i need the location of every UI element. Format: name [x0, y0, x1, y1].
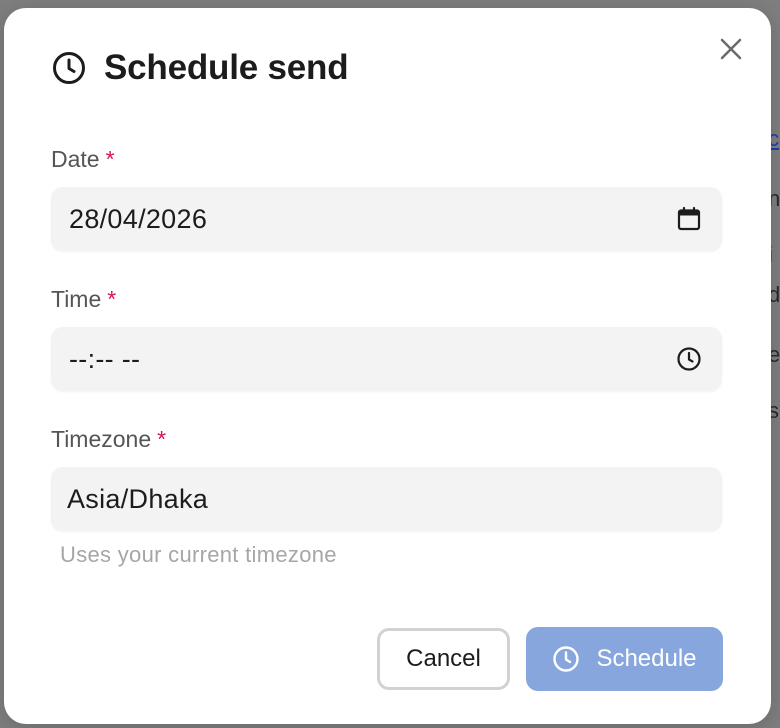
dialog-header: Schedule send — [52, 48, 349, 88]
timezone-label: Timezone * — [51, 426, 166, 453]
required-mark: * — [107, 286, 117, 312]
date-input[interactable]: 28/04/2026 — [51, 187, 722, 251]
schedule-button-label: Schedule — [596, 645, 697, 672]
cancel-button-label: Cancel — [406, 645, 481, 672]
required-mark: * — [157, 426, 167, 452]
time-label-text: Time — [51, 286, 102, 312]
timezone-field[interactable]: Asia/Dhaka — [51, 467, 722, 531]
time-label: Time * — [51, 286, 116, 313]
clock-icon[interactable] — [676, 346, 702, 372]
date-value: 28/04/2026 — [69, 203, 208, 234]
date-label-text: Date — [51, 146, 100, 172]
timezone-value: Asia/Dhaka — [67, 483, 209, 514]
dialog-title: Schedule send — [104, 48, 349, 87]
timezone-label-text: Timezone — [51, 426, 152, 452]
calendar-icon[interactable] — [676, 206, 702, 232]
schedule-send-dialog: Schedule send Date * 28/04/2026 Time * --:… — [4, 8, 771, 724]
timezone-hint: Uses your current timezone — [60, 542, 337, 567]
schedule-button[interactable]: Schedule — [526, 627, 723, 691]
date-label: Date * — [51, 146, 115, 173]
time-input[interactable]: --:-- -- — [51, 327, 722, 391]
close-icon — [720, 38, 742, 60]
cancel-button[interactable]: Cancel — [377, 628, 510, 690]
close-button[interactable] — [716, 34, 746, 64]
required-mark: * — [105, 146, 115, 172]
clock-icon — [53, 52, 85, 84]
time-value: --:-- -- — [69, 343, 141, 374]
clock-icon — [553, 646, 580, 672]
